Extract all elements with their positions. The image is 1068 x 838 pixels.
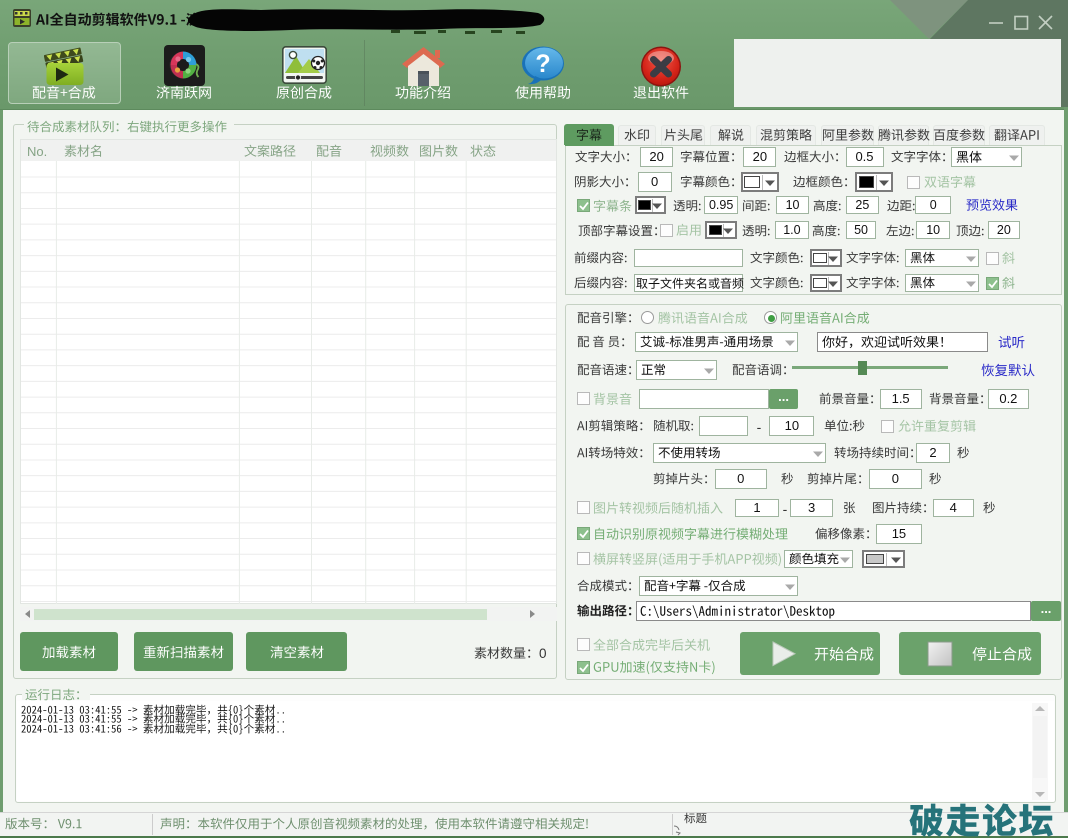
svg-text:?: ?	[535, 50, 550, 78]
